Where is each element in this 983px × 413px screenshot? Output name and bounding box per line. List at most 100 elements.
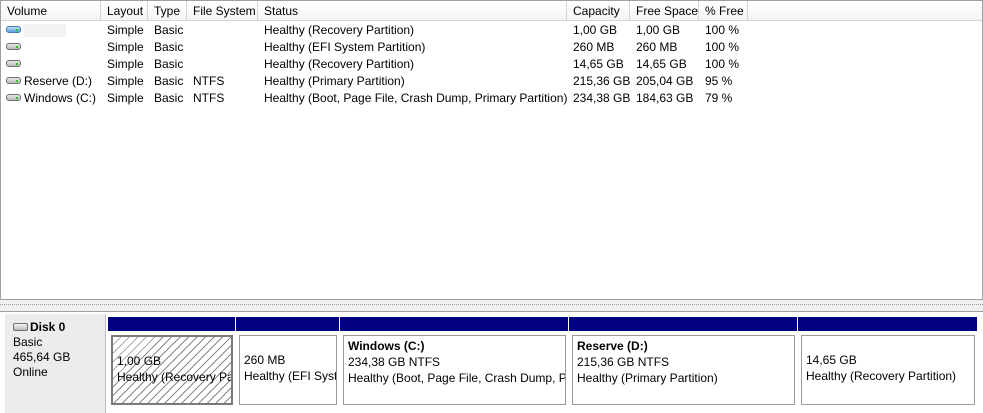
status-cell: Healthy (Primary Partition) xyxy=(264,74,405,88)
column-header-volume[interactable]: Volume xyxy=(1,1,101,21)
splitter-grip xyxy=(0,304,983,306)
file-system-cell xyxy=(187,22,193,39)
volume-cell xyxy=(1,39,101,56)
type-cell: Basic xyxy=(154,23,184,37)
table-row[interactable]: Simple Basic Healthy (Recovery Partition… xyxy=(1,22,982,39)
status-cell: Healthy (EFI System Partition) xyxy=(264,40,426,54)
capacity-cell: 14,65 GB xyxy=(573,57,624,71)
free-space-cell: 260 MB xyxy=(636,40,678,54)
percent-free-cell: 100 % xyxy=(705,57,740,71)
percent-free-cell: 79 % xyxy=(705,91,733,105)
volume-cell: Reserve (D:) xyxy=(1,73,101,90)
partition-size: 1,00 GB xyxy=(117,354,162,368)
partition-box: Windows (C:) 234,38 GB NTFS Healthy (Boo… xyxy=(343,335,566,405)
partition-status: Healthy (Recovery Partition) xyxy=(806,369,957,383)
status-cell: Healthy (Recovery Partition) xyxy=(264,23,415,37)
column-header-file-system[interactable]: File System xyxy=(187,1,258,21)
partition-size: 234,38 GB NTFS xyxy=(348,355,441,369)
partition-bar xyxy=(108,317,235,331)
disk-title: Disk 0 xyxy=(13,320,105,335)
layout-cell: Simple xyxy=(107,23,144,37)
file-system-cell: NTFS xyxy=(193,74,225,88)
partition-box: Reserve (D:) 215,36 GB NTFS Healthy (Pri… xyxy=(572,335,795,405)
file-system-cell xyxy=(187,39,193,56)
volume-cell: Windows (C:) xyxy=(1,90,101,107)
layout-cell: Simple xyxy=(107,91,144,105)
status-cell: Healthy (Boot, Page File, Crash Dump, Pr… xyxy=(264,91,568,105)
free-space-cell: 184,63 GB xyxy=(636,91,694,105)
free-space-cell: 14,65 GB xyxy=(636,57,687,71)
free-space-cell: 1,00 GB xyxy=(636,23,681,37)
status-cell: Healthy (Recovery Partition) xyxy=(264,57,415,71)
partition-box: 1,00 GB Healthy (Recovery Pa xyxy=(111,335,233,405)
capacity-cell: 234,38 GB xyxy=(573,91,631,105)
partition-status: Healthy (Primary Partition) xyxy=(577,371,718,385)
layout-cell: Simple xyxy=(107,57,144,71)
disk-name: Disk 0 xyxy=(30,320,66,334)
partition-recovery-1[interactable]: 1,00 GB Healthy (Recovery Pa xyxy=(108,317,235,411)
capacity-cell: 1,00 GB xyxy=(573,23,618,37)
partition-title: Reserve (D:) xyxy=(577,339,648,353)
partition-box: 260 MB Healthy (EFI Syst xyxy=(239,335,337,405)
table-row[interactable]: Reserve (D:) Simple Basic NTFS Healthy (… xyxy=(1,73,982,90)
partition-status: Healthy (Recovery Pa xyxy=(117,370,233,384)
volume-icon xyxy=(6,77,21,85)
free-space-cell: 205,04 GB xyxy=(636,74,694,88)
column-header-capacity[interactable]: Capacity xyxy=(567,1,630,21)
type-cell: Basic xyxy=(154,40,184,54)
column-header-status[interactable]: Status xyxy=(258,1,567,21)
pane-splitter[interactable] xyxy=(0,300,983,312)
layout-cell: Simple xyxy=(107,74,144,88)
partition-windows-c[interactable]: Windows (C:) 234,38 GB NTFS Healthy (Boo… xyxy=(340,317,568,411)
disk-size: 465,64 GB xyxy=(13,350,71,364)
table-row[interactable]: Simple Basic Healthy (EFI System Partiti… xyxy=(1,39,982,56)
column-header-row: Volume Layout Type File System Status Ca… xyxy=(1,1,982,21)
column-header-free-space[interactable]: Free Space xyxy=(630,1,699,21)
partition-title: Windows (C:) xyxy=(348,339,425,353)
partition-recovery-2[interactable]: 14,65 GB Healthy (Recovery Partition) xyxy=(798,317,977,411)
volume-name: Windows (C:) xyxy=(24,91,97,105)
disk-label[interactable]: Disk 0 Basic 465,64 GB Online xyxy=(5,314,106,413)
percent-free-cell: 95 % xyxy=(705,74,733,88)
partition-size: 260 MB xyxy=(244,353,286,367)
partition-size: 14,65 GB xyxy=(806,353,857,367)
column-header-type[interactable]: Type xyxy=(148,1,187,21)
disk-type: Basic xyxy=(13,335,43,349)
table-row[interactable]: Windows (C:) Simple Basic NTFS Healthy (… xyxy=(1,90,982,107)
volume-icon xyxy=(6,43,21,51)
column-header-percent-free[interactable]: % Free xyxy=(699,1,748,21)
type-cell: Basic xyxy=(154,74,184,88)
partition-bar xyxy=(236,317,339,331)
partition-bar xyxy=(569,317,797,331)
percent-free-cell: 100 % xyxy=(705,40,740,54)
partition-size: 215,36 GB NTFS xyxy=(577,355,670,369)
partition-reserve-d[interactable]: Reserve (D:) 215,36 GB NTFS Healthy (Pri… xyxy=(569,317,797,411)
file-system-cell: NTFS xyxy=(193,91,225,105)
capacity-cell: 215,36 GB xyxy=(573,74,631,88)
partition-status: Healthy (Boot, Page File, Crash Dump, Pr xyxy=(348,371,566,385)
volume-icon xyxy=(6,60,21,68)
volume-cell xyxy=(1,22,101,39)
column-header-layout[interactable]: Layout xyxy=(101,1,148,21)
volume-icon xyxy=(6,94,21,102)
capacity-cell: 260 MB xyxy=(573,40,615,54)
partition-bar xyxy=(340,317,568,331)
disk-state: Online xyxy=(13,365,48,379)
layout-cell: Simple xyxy=(107,40,144,54)
partition-bar xyxy=(798,317,977,331)
table-row[interactable]: Simple Basic Healthy (Recovery Partition… xyxy=(1,56,982,73)
volume-name: Reserve (D:) xyxy=(24,74,93,88)
partition-status: Healthy (EFI Syst xyxy=(244,369,337,383)
volume-list[interactable]: Volume Layout Type File System Status Ca… xyxy=(0,0,983,300)
volume-name-placeholder xyxy=(24,24,66,38)
partition-box: 14,65 GB Healthy (Recovery Partition) xyxy=(801,335,975,405)
disk-map[interactable]: Disk 0 Basic 465,64 GB Online 1,00 GB He… xyxy=(0,312,983,413)
volume-cell xyxy=(1,56,101,73)
type-cell: Basic xyxy=(154,57,184,71)
percent-free-cell: 100 % xyxy=(705,23,740,37)
file-system-cell xyxy=(187,56,193,73)
partition-efi[interactable]: 260 MB Healthy (EFI Syst xyxy=(236,317,339,411)
type-cell: Basic xyxy=(154,91,184,105)
disk-icon xyxy=(13,322,28,331)
blue-volume-icon xyxy=(6,26,21,34)
